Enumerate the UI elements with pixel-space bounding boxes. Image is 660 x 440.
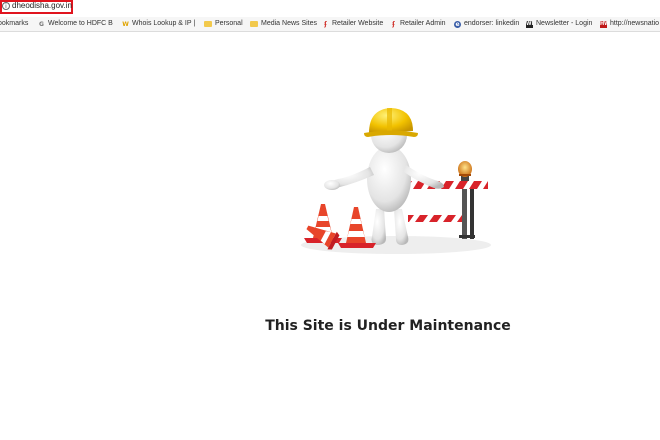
e-globe-icon: e xyxy=(454,20,461,28)
bookmark-label: Media News Sites xyxy=(261,20,318,27)
bookmark-label: http://newsnatio xyxy=(610,20,660,27)
bookmark-label: Newsletter - Login xyxy=(536,20,593,27)
hw-logo-icon: HW xyxy=(600,20,610,28)
bookmark-label: Welcome to HDFC B xyxy=(48,20,113,27)
info-icon[interactable]: i xyxy=(2,2,10,10)
bookmark-hdfc[interactable]: G Welcome to HDFC B xyxy=(38,19,113,29)
bookmark-label: Personal xyxy=(215,20,243,27)
wi-logo-icon: WI xyxy=(526,20,534,28)
bookmark-retailer-admin[interactable]: ʄ Retailer Admin xyxy=(390,19,446,29)
maintenance-message: This Site is Under Maintenance xyxy=(265,318,511,334)
bookmark-newsnation[interactable]: HW http://newsnatio xyxy=(600,19,659,29)
bookmark-newsletter-login[interactable]: WI Newsletter - Login xyxy=(526,19,592,29)
folder-icon xyxy=(204,21,212,27)
bookmark-label: endorser: linkedin xyxy=(464,20,520,27)
barrier xyxy=(406,181,488,239)
folder-icon xyxy=(250,21,258,27)
bookmark-label: Retailer Admin xyxy=(400,20,446,27)
bookmark-endorser-linkedin[interactable]: e endorser: linkedin xyxy=(454,19,519,29)
url-field[interactable]: dheodisha.gov.in xyxy=(12,1,72,10)
red-f-icon: ʄ xyxy=(324,20,327,28)
google-g-icon: G xyxy=(39,20,44,28)
address-bar: i dheodisha.gov.in xyxy=(0,0,660,18)
bookmark-label: Whois Lookup & IP | xyxy=(132,20,196,27)
bookmark-folder-personal[interactable]: Personal xyxy=(204,19,243,29)
under-construction-illustration xyxy=(301,108,491,254)
bookmarks-bar: ookmarks G Welcome to HDFC B W Whois Loo… xyxy=(0,17,660,32)
bookmark-label: ookmarks xyxy=(0,20,29,27)
warning-lamp xyxy=(458,161,472,181)
bookmarks-bar-label[interactable]: ookmarks xyxy=(0,19,28,29)
red-f-icon: ʄ xyxy=(392,20,395,28)
bookmark-retailer-website[interactable]: ʄ Retailer Website xyxy=(322,19,383,29)
bookmark-folder-media-news[interactable]: Media News Sites xyxy=(250,19,317,29)
bookmark-label: Retailer Website xyxy=(332,20,384,27)
bookmark-whois[interactable]: W Whois Lookup & IP | xyxy=(122,19,195,29)
w-logo-icon: W xyxy=(122,20,129,28)
worker-figure xyxy=(324,108,444,245)
